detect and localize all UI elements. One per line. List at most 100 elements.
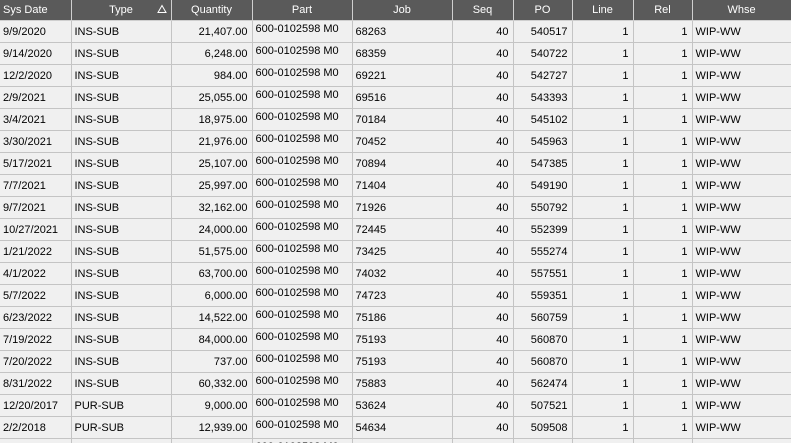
column-header-quantity[interactable]: Quantity: [171, 0, 253, 21]
cell-rel[interactable]: 1: [633, 372, 693, 395]
cell-quantity[interactable]: 21,976.00: [171, 130, 253, 153]
cell-po[interactable]: 547385: [513, 152, 573, 175]
table-row[interactable]: 5/17/2021 INS-SUB 25,107.00 600-0102598 M0 7…: [0, 152, 791, 175]
cell-part[interactable]: 600-0102598 M0: [252, 20, 353, 43]
cell-quantity[interactable]: 6,248.00: [171, 42, 253, 65]
cell-part[interactable]: 600-0102598 M0: [252, 196, 353, 219]
cell-po[interactable]: 511116: [513, 438, 573, 443]
cell-part[interactable]: 600-0102598 M0: [252, 218, 353, 241]
cell-sys-date[interactable]: 5/17/2021: [0, 152, 72, 175]
cell-quantity[interactable]: 84,000.00: [171, 328, 253, 351]
cell-part[interactable]: 600-0102598 M0: [252, 416, 353, 439]
cell-po[interactable]: 559351: [513, 284, 573, 307]
cell-quantity[interactable]: 63,700.00: [171, 262, 253, 285]
cell-whse[interactable]: WIP-WW: [692, 218, 791, 241]
cell-po[interactable]: 557551: [513, 262, 573, 285]
cell-type[interactable]: INS-SUB: [71, 108, 172, 131]
cell-job[interactable]: 55533: [352, 438, 453, 443]
cell-sys-date[interactable]: 10/27/2021: [0, 218, 72, 241]
cell-type[interactable]: INS-SUB: [71, 306, 172, 329]
cell-type[interactable]: INS-SUB: [71, 284, 172, 307]
cell-type[interactable]: INS-SUB: [71, 42, 172, 65]
cell-sys-date[interactable]: 7/19/2022: [0, 328, 72, 351]
column-header-rel[interactable]: Rel: [633, 0, 693, 21]
cell-rel[interactable]: 1: [633, 42, 693, 65]
cell-po[interactable]: 555274: [513, 240, 573, 263]
cell-part[interactable]: 600-0102598 M0: [252, 108, 353, 131]
cell-job[interactable]: 75193: [352, 350, 453, 373]
cell-type[interactable]: INS-SUB: [71, 372, 172, 395]
cell-part[interactable]: 600-0102598 M0: [252, 284, 353, 307]
cell-line[interactable]: 1: [572, 174, 634, 197]
cell-quantity[interactable]: 984.00: [171, 64, 253, 87]
cell-rel[interactable]: 1: [633, 240, 693, 263]
table-row[interactable]: 3/4/2021 INS-SUB 18,975.00 600-0102598 M0 70…: [0, 108, 791, 131]
cell-rel[interactable]: 1: [633, 284, 693, 307]
table-row[interactable]: 9/9/2020 INS-SUB 21,407.00 600-0102598 M0 68…: [0, 20, 791, 43]
table-row[interactable]: 3/13/2018PUR-SUB12,757.00600-0102598 M05…: [0, 438, 791, 443]
cell-seq[interactable]: 40: [452, 130, 514, 153]
cell-rel[interactable]: 1: [633, 64, 693, 87]
cell-seq[interactable]: 40: [452, 152, 514, 175]
cell-whse[interactable]: WIP-WW: [692, 328, 791, 351]
cell-type[interactable]: INS-SUB: [71, 152, 172, 175]
cell-seq[interactable]: 40: [452, 20, 514, 43]
cell-line[interactable]: 1: [572, 64, 634, 87]
cell-line[interactable]: 1: [572, 152, 634, 175]
cell-part[interactable]: 600-0102598 M0: [252, 174, 353, 197]
table-row[interactable]: 10/27/2021 INS-SUB 24,000.00 600-0102598 M0…: [0, 218, 791, 241]
cell-rel[interactable]: 1: [633, 130, 693, 153]
table-row[interactable]: 7/19/2022 INS-SUB 84,000.00 600-0102598 M0 7…: [0, 328, 791, 351]
cell-type[interactable]: INS-SUB: [71, 130, 172, 153]
cell-job[interactable]: 72445: [352, 218, 453, 241]
cell-quantity[interactable]: 51,575.00: [171, 240, 253, 263]
cell-seq[interactable]: 40: [452, 372, 514, 395]
cell-po[interactable]: 562474: [513, 372, 573, 395]
cell-job[interactable]: 70452: [352, 130, 453, 153]
cell-quantity[interactable]: 25,997.00: [171, 174, 253, 197]
cell-type[interactable]: INS-SUB: [71, 328, 172, 351]
cell-seq[interactable]: 40: [452, 306, 514, 329]
cell-whse[interactable]: WIP-WW: [692, 284, 791, 307]
cell-rel[interactable]: 1: [633, 262, 693, 285]
cell-whse[interactable]: WIP-WW: [692, 262, 791, 285]
cell-seq[interactable]: 40: [452, 262, 514, 285]
cell-part[interactable]: 600-0102598 M0: [252, 394, 353, 417]
cell-part[interactable]: 600-0102598 M0: [252, 64, 353, 87]
cell-po[interactable]: 540722: [513, 42, 573, 65]
cell-seq[interactable]: 40: [452, 416, 514, 439]
cell-whse[interactable]: WIP-WW: [692, 20, 791, 43]
cell-job[interactable]: 69221: [352, 64, 453, 87]
cell-type[interactable]: INS-SUB: [71, 20, 172, 43]
cell-sys-date[interactable]: 1/21/2022: [0, 240, 72, 263]
cell-rel[interactable]: 1: [633, 108, 693, 131]
cell-po[interactable]: 549190: [513, 174, 573, 197]
cell-job[interactable]: 71926: [352, 196, 453, 219]
cell-sys-date[interactable]: 8/31/2022: [0, 372, 72, 395]
table-row[interactable]: 3/30/2021 INS-SUB 21,976.00 600-0102598 M0 7…: [0, 130, 791, 153]
cell-sys-date[interactable]: 5/7/2022: [0, 284, 72, 307]
cell-job[interactable]: 71404: [352, 174, 453, 197]
table-row[interactable]: 1/21/2022 INS-SUB 51,575.00 600-0102598 M0 7…: [0, 240, 791, 263]
cell-po[interactable]: 560870: [513, 350, 573, 373]
cell-type[interactable]: INS-SUB: [71, 196, 172, 219]
cell-seq[interactable]: 40: [452, 394, 514, 417]
cell-seq[interactable]: 40: [452, 350, 514, 373]
cell-sys-date[interactable]: 7/7/2021: [0, 174, 72, 197]
cell-rel[interactable]: 1: [633, 174, 693, 197]
cell-sys-date[interactable]: 9/9/2020: [0, 20, 72, 43]
cell-whse[interactable]: WIP-WW: [692, 86, 791, 109]
cell-rel[interactable]: 1: [633, 438, 693, 443]
cell-whse[interactable]: WIP-WW: [692, 42, 791, 65]
cell-job[interactable]: 68359: [352, 42, 453, 65]
cell-line[interactable]: 1: [572, 306, 634, 329]
cell-type[interactable]: INS-SUB: [71, 240, 172, 263]
cell-po[interactable]: 507521: [513, 394, 573, 417]
cell-seq[interactable]: 40: [452, 174, 514, 197]
cell-type[interactable]: INS-SUB: [71, 64, 172, 87]
table-row[interactable]: 7/7/2021 INS-SUB 25,997.00 600-0102598 M0 71…: [0, 174, 791, 197]
cell-seq[interactable]: 40: [452, 240, 514, 263]
cell-seq[interactable]: 40: [452, 42, 514, 65]
cell-job[interactable]: 70184: [352, 108, 453, 131]
cell-sys-date[interactable]: 3/13/2018: [0, 438, 72, 443]
